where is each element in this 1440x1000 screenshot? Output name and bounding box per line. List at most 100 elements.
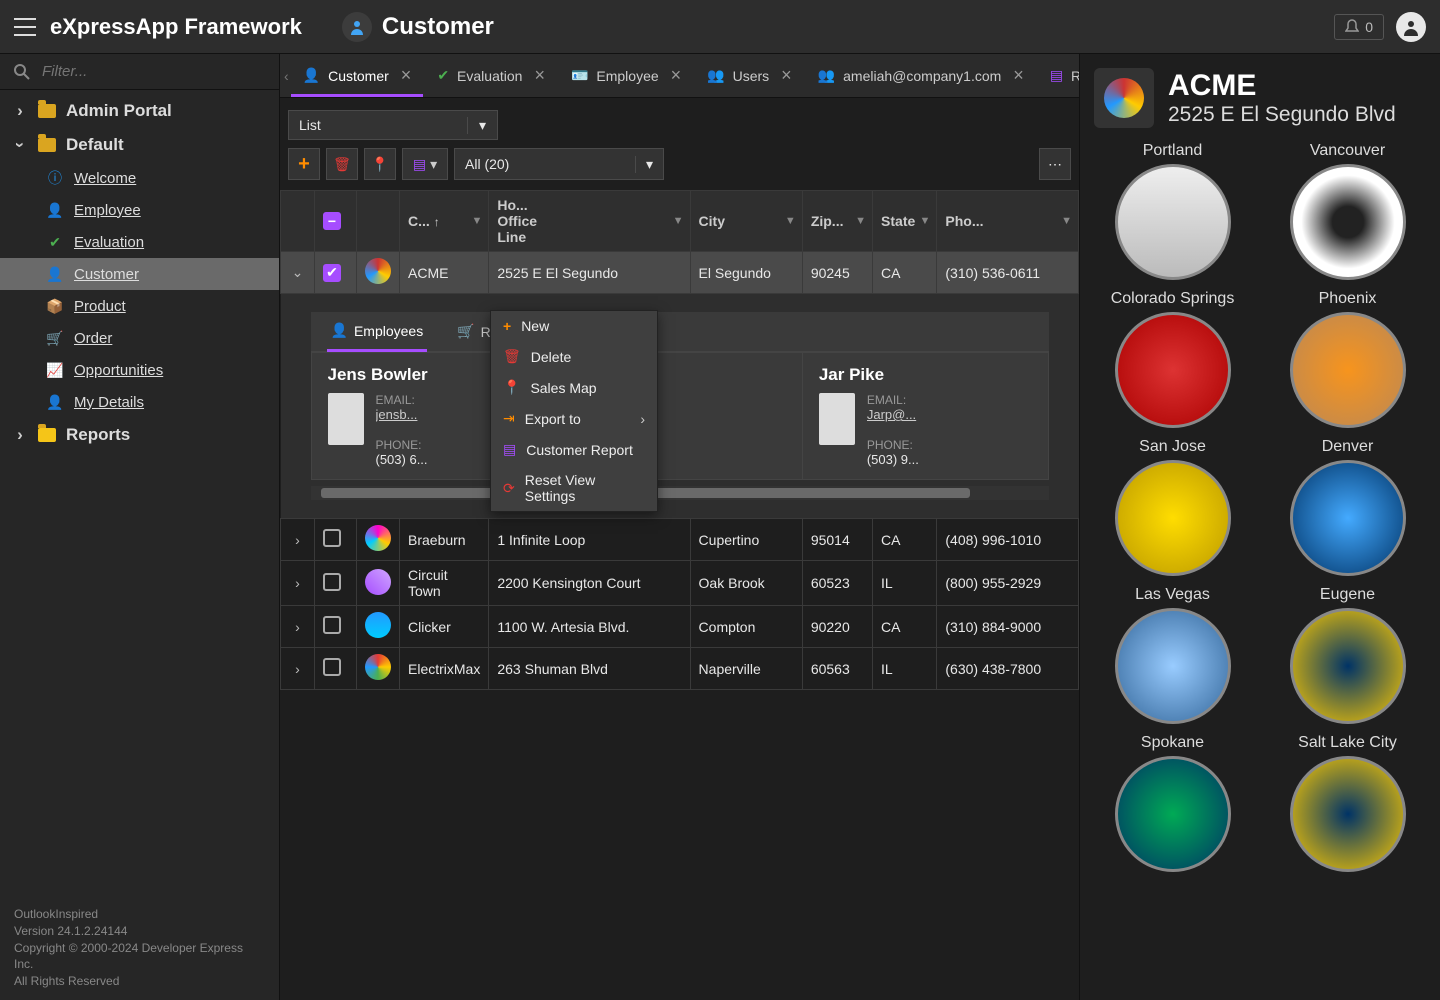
filter-icon[interactable]: ▼: [785, 215, 796, 227]
close-icon[interactable]: ×: [1013, 65, 1024, 86]
nav-item-evaluation[interactable]: ✔Evaluation: [0, 226, 279, 258]
tab-customer[interactable]: 👤Customer×: [291, 54, 424, 97]
menu-export-to[interactable]: ⇥Export to›: [491, 403, 657, 434]
nav-group-label: Admin Portal: [66, 101, 172, 121]
table-row[interactable]: › Circuit Town2200 Kensington CourtOak B…: [281, 561, 1079, 606]
menu-new[interactable]: +New: [491, 311, 657, 341]
row-expander[interactable]: ›: [281, 561, 315, 606]
close-icon[interactable]: ×: [534, 65, 545, 86]
city-card[interactable]: Salt Lake City: [1269, 734, 1426, 872]
dropdown-icon[interactable]: ▾: [467, 117, 497, 134]
city-card[interactable]: Denver: [1269, 438, 1426, 576]
detail-tab-employees[interactable]: 👤Employees: [327, 312, 428, 352]
filter-icon[interactable]: ▼: [919, 215, 930, 227]
tab-employee[interactable]: 🪪Employee×: [559, 54, 693, 97]
page-title-icon: [342, 12, 372, 42]
nav-item-welcome[interactable]: ⓘWelcome: [0, 162, 279, 194]
employee-card[interactable]: Jar Pike EMAIL: Jarp@... PHONE:: [803, 353, 1048, 479]
filter-icon[interactable]: ▼: [855, 215, 866, 227]
new-button[interactable]: +: [288, 148, 320, 180]
employee-email[interactable]: Jarp@...: [867, 407, 919, 422]
city-card[interactable]: Eugene: [1269, 586, 1426, 724]
nav-group-reports[interactable]: › Reports: [0, 418, 279, 452]
person-icon: 👤: [46, 265, 64, 283]
employee-email[interactable]: jensb...: [376, 407, 428, 422]
row-checkbox[interactable]: [323, 529, 341, 547]
close-icon[interactable]: ×: [671, 65, 682, 86]
col-state[interactable]: State▼: [873, 191, 937, 252]
detail-scrollbar[interactable]: [311, 486, 1049, 500]
sidebar-search-input[interactable]: [40, 62, 265, 81]
col-zip[interactable]: Zip...▼: [802, 191, 872, 252]
col-home-office[interactable]: Ho...OfficeLine▼: [489, 191, 690, 252]
table-row[interactable]: ⌄ ✔ ACME 2525 E El Segundo El Segundo 90…: [281, 252, 1079, 294]
row-checkbox[interactable]: [323, 658, 341, 676]
row-checkbox[interactable]: ✔: [323, 264, 341, 282]
filter-icon[interactable]: ▼: [673, 215, 684, 227]
checkbox-indeterminate-icon[interactable]: −: [323, 212, 341, 230]
row-expander[interactable]: ›: [281, 606, 315, 648]
page-title: Customer: [382, 13, 494, 41]
report-split-button[interactable]: ▤▾: [402, 148, 448, 180]
city-seal-icon: [1290, 756, 1406, 872]
filter-icon[interactable]: ▼: [471, 215, 482, 227]
delete-button[interactable]: 🗑: [326, 148, 358, 180]
notifications-button[interactable]: 0: [1334, 14, 1384, 40]
nav-item-mydetails[interactable]: 👤My Details: [0, 386, 279, 418]
sales-map-button[interactable]: 📍: [364, 148, 396, 180]
sidebar-search[interactable]: [0, 54, 279, 90]
col-expander[interactable]: [281, 191, 315, 252]
city-card[interactable]: Vancouver: [1269, 142, 1426, 280]
nav-item-product[interactable]: 📦Product: [0, 290, 279, 322]
city-card[interactable]: Spokane: [1094, 734, 1251, 872]
hamburger-button[interactable]: [0, 18, 50, 36]
col-select[interactable]: −: [315, 191, 357, 252]
context-menu: +New 🗑Delete 📍Sales Map ⇥Export to› ▤Cus…: [490, 310, 658, 512]
table-row[interactable]: › Braeburn1 Infinite LoopCupertino95014C…: [281, 519, 1079, 561]
row-expander[interactable]: ›: [281, 648, 315, 690]
city-seal-icon: [1115, 312, 1231, 428]
row-checkbox[interactable]: [323, 616, 341, 634]
menu-customer-report[interactable]: ▤Customer Report: [491, 434, 657, 465]
city-grid: PortlandVancouverColorado SpringsPhoenix…: [1094, 142, 1426, 872]
row-expander[interactable]: ›: [281, 519, 315, 561]
city-card[interactable]: Colorado Springs: [1094, 290, 1251, 428]
col-logo[interactable]: [357, 191, 400, 252]
nav-item-order[interactable]: 🛒Order: [0, 322, 279, 354]
col-company[interactable]: C...↑▼: [400, 191, 489, 252]
city-card[interactable]: Portland: [1094, 142, 1251, 280]
row-expander[interactable]: ⌄: [281, 252, 315, 294]
city-card[interactable]: Phoenix: [1269, 290, 1426, 428]
menu-delete[interactable]: 🗑Delete: [491, 341, 657, 372]
close-icon[interactable]: ×: [781, 65, 792, 86]
city-seal-icon: [1115, 608, 1231, 724]
menu-sales-map[interactable]: 📍Sales Map: [491, 372, 657, 403]
tab-users[interactable]: 👥Users×: [695, 54, 804, 97]
city-name: Eugene: [1269, 586, 1426, 604]
table-row[interactable]: › ElectrixMax263 Shuman BlvdNaperville60…: [281, 648, 1079, 690]
city-card[interactable]: Las Vegas: [1094, 586, 1251, 724]
tab-user-email[interactable]: 👥ameliah@company1.com×: [806, 54, 1036, 97]
filter-icon[interactable]: ▼: [1061, 215, 1072, 227]
table-row[interactable]: › Clicker1100 W. Artesia Blvd.Compton902…: [281, 606, 1079, 648]
col-city[interactable]: City▼: [690, 191, 802, 252]
tab-report[interactable]: ▤Report×: [1038, 54, 1079, 97]
nav-item-opportunities[interactable]: 📈Opportunities: [0, 354, 279, 386]
tabs-prev-button[interactable]: ‹: [284, 68, 289, 84]
document-tabs: ‹ 👤Customer× ✔Evaluation× 🪪Employee× 👥Us…: [280, 54, 1079, 98]
menu-reset-view[interactable]: ⟳Reset View Settings: [491, 465, 657, 511]
tab-evaluation[interactable]: ✔Evaluation×: [425, 54, 557, 97]
nav-item-customer[interactable]: 👤Customer: [0, 258, 279, 290]
profile-button[interactable]: [1396, 12, 1426, 42]
nav-group-default[interactable]: › Default: [0, 128, 279, 162]
dropdown-icon[interactable]: ▾: [635, 156, 663, 173]
city-card[interactable]: San Jose: [1094, 438, 1251, 576]
col-phone[interactable]: Pho...▼: [937, 191, 1079, 252]
nav-item-employee[interactable]: 👤Employee: [0, 194, 279, 226]
row-checkbox[interactable]: [323, 573, 341, 591]
toolbar-overflow-button[interactable]: ⋯: [1039, 148, 1071, 180]
nav-group-admin[interactable]: › Admin Portal: [0, 94, 279, 128]
filter-selector[interactable]: All (20) ▾: [454, 148, 664, 180]
view-selector[interactable]: List ▾: [288, 110, 498, 140]
close-icon[interactable]: ×: [401, 65, 412, 86]
